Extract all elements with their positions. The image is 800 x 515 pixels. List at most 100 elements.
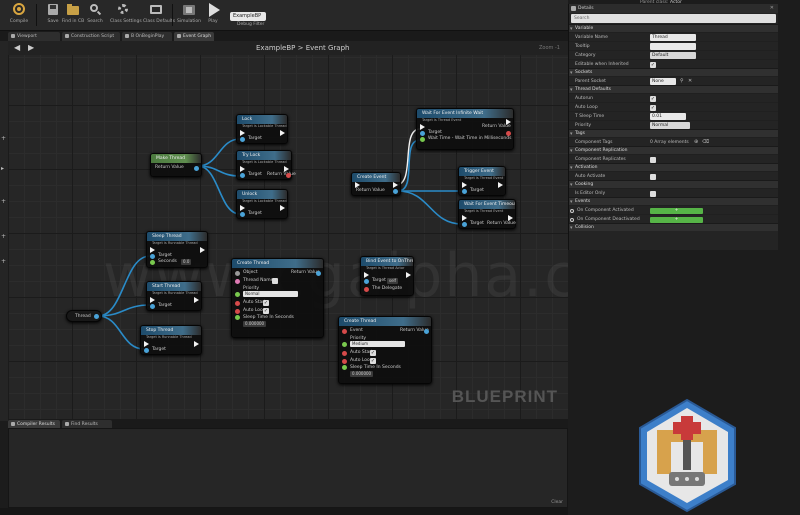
expand-icon[interactable]: + <box>1 234 6 240</box>
graph-icon <box>177 34 181 38</box>
details-icon <box>571 6 576 11</box>
node-try-lock[interactable]: Try Lock Target is Lockable Thread Targe… <box>236 150 296 180</box>
event-graph-canvas[interactable]: www.cgalpha.com ◀ ▶ ExampleBP > Event Gr… <box>8 41 568 419</box>
node-create-thread[interactable]: Create Thread Object Return Value Thread… <box>231 258 324 338</box>
back-arrow-icon[interactable]: ◀ <box>14 43 20 52</box>
forward-arrow-icon[interactable]: ▶ <box>28 43 34 52</box>
bool-pin[interactable] <box>286 173 291 178</box>
node-lock[interactable]: Lock Target is Lockable Thread Target <box>236 114 288 144</box>
pin-row: Sleep Time In Seconds <box>339 364 431 371</box>
node-create-thread-delegate[interactable]: Create Thread Event Return Value Priorit… <box>338 316 432 384</box>
priority-dropdown[interactable]: Normal <box>650 122 690 129</box>
object-wire[interactable] <box>97 255 151 317</box>
node-trigger-event[interactable]: Trigger Event Target is Thread Event Tar… <box>458 166 506 196</box>
exec-out-pin[interactable] <box>506 119 511 125</box>
tab-construction-script[interactable]: Construction Script <box>62 32 120 41</box>
compile-button[interactable]: Compile <box>6 3 32 29</box>
section-tags[interactable]: Tags <box>569 129 778 138</box>
pin-row: 0.000000 <box>232 321 323 328</box>
close-icon[interactable]: ✕ <box>770 4 774 13</box>
section-thread-defaults[interactable]: Thread Defaults <box>569 85 778 94</box>
node-make-thread[interactable]: Make Thread Return Value <box>150 153 202 177</box>
simulation-button[interactable]: Simulation <box>176 3 202 29</box>
object-pin[interactable] <box>194 166 199 171</box>
pin-label: The Delegate <box>372 286 403 291</box>
object-wire[interactable] <box>397 190 463 225</box>
node-bind-event[interactable]: Bind Event to OnThread Target is Thread … <box>360 256 414 296</box>
target-pin[interactable] <box>240 212 245 217</box>
priority-dropdown[interactable]: Medium <box>350 341 405 347</box>
section-collision[interactable]: Collision <box>569 223 778 232</box>
bottom-tabs: Compiler Results Find Results <box>8 419 568 429</box>
prop-label: Editable when Inherited <box>575 62 629 67</box>
node-unlock[interactable]: Unlock Target is Lockable Thread Target <box>236 189 288 219</box>
sleep-time-input[interactable]: 0.01 <box>650 113 686 120</box>
float-pin[interactable] <box>150 260 155 265</box>
node-start-thread[interactable]: Start Thread Target is Runnable Thread T… <box>146 281 202 311</box>
pin-row: Target <box>459 186 505 196</box>
tab-viewport[interactable]: Viewport <box>8 32 60 41</box>
section-component-replication[interactable]: Component Replication <box>569 146 778 155</box>
expand-icon[interactable]: + <box>1 136 6 142</box>
object-wire[interactable] <box>97 315 145 350</box>
enum-pin[interactable] <box>235 292 240 297</box>
target-pin[interactable] <box>144 348 149 353</box>
delegate-pin[interactable] <box>364 287 369 292</box>
tab-onbeginplay[interactable]: B OnBeginPlay <box>122 32 172 41</box>
object-pin[interactable] <box>94 314 99 319</box>
prop-label: Component Tags <box>575 140 613 145</box>
expand-icon[interactable]: ▸ <box>1 166 6 172</box>
class-settings-button[interactable]: Class Settings <box>110 3 142 29</box>
expand-icon[interactable]: + <box>1 259 6 265</box>
target-pin[interactable] <box>462 189 467 194</box>
pin-label: Target <box>470 221 484 226</box>
node-title: Wait For Event Timeout <box>459 200 515 209</box>
clear-button[interactable]: Clear <box>551 500 563 505</box>
tab-event-graph[interactable]: Event Graph <box>174 32 214 41</box>
float-pin[interactable] <box>235 315 240 320</box>
sleep-time-input[interactable]: 0.000000 <box>350 371 374 377</box>
class-defaults-button[interactable]: Class Defaults <box>143 3 175 29</box>
target-pin[interactable] <box>462 222 467 227</box>
priority-dropdown[interactable]: Normal <box>243 291 298 297</box>
debug-filter-dropdown[interactable]: ExampleBP <box>230 12 266 21</box>
category-dropdown[interactable]: Default <box>650 52 696 59</box>
pin-row: Target <box>147 301 201 311</box>
expand-icon[interactable]: + <box>1 199 6 205</box>
node-sleep-thread[interactable]: Sleep Thread Target is Runnable Thread T… <box>146 231 208 268</box>
object-pin[interactable] <box>393 189 398 194</box>
pin-label: Target <box>152 347 166 352</box>
section-activation[interactable]: Activation <box>569 163 778 172</box>
node-stop-thread[interactable]: Stop Thread Target is Runnable Thread Ta… <box>140 325 202 355</box>
section-sockets[interactable]: Sockets <box>569 68 778 77</box>
section-cooking[interactable]: Cooking <box>569 180 778 189</box>
details-search-input[interactable]: Search <box>571 14 776 23</box>
prop-replicates: Component Replicates <box>569 154 778 163</box>
play-button[interactable]: Play <box>200 3 226 29</box>
prop-auto-loop: Auto Loop ✓ <box>569 102 778 111</box>
prop-label: Category <box>575 53 596 58</box>
node-wait-for-event-timeout[interactable]: Wait For Event Timeout Target is Thread … <box>458 199 516 229</box>
section-variable[interactable]: Variable <box>569 24 778 33</box>
node-thread-variable[interactable]: Thread <box>66 310 102 322</box>
target-pin[interactable] <box>240 173 245 178</box>
int-pin[interactable] <box>420 137 425 142</box>
variable-name-input[interactable]: Thread <box>650 34 696 41</box>
parent-socket-input[interactable]: None <box>650 78 676 85</box>
search-button[interactable]: Search <box>82 3 108 29</box>
tooltip-input[interactable] <box>650 43 696 50</box>
prop-on-deactivated: On Component Deactivated + <box>569 214 778 223</box>
target-pin[interactable] <box>240 137 245 142</box>
pin-row: Target <box>237 209 287 219</box>
enum-pin[interactable] <box>342 342 347 347</box>
seconds-input[interactable]: 0.0 <box>181 259 192 265</box>
sleep-time-input[interactable]: 0.000000 <box>243 321 267 327</box>
target-pin[interactable] <box>150 304 155 309</box>
object-wire[interactable] <box>197 165 241 215</box>
object-wire[interactable] <box>197 138 241 167</box>
section-events[interactable]: Events <box>569 197 778 206</box>
pin-label: Target <box>158 303 172 308</box>
node-create-event[interactable]: Create Event Return Value <box>351 172 401 196</box>
float-pin[interactable] <box>342 365 347 370</box>
node-wait-for-event[interactable]: Wait For Event Infinite Wait Target is T… <box>416 108 514 150</box>
